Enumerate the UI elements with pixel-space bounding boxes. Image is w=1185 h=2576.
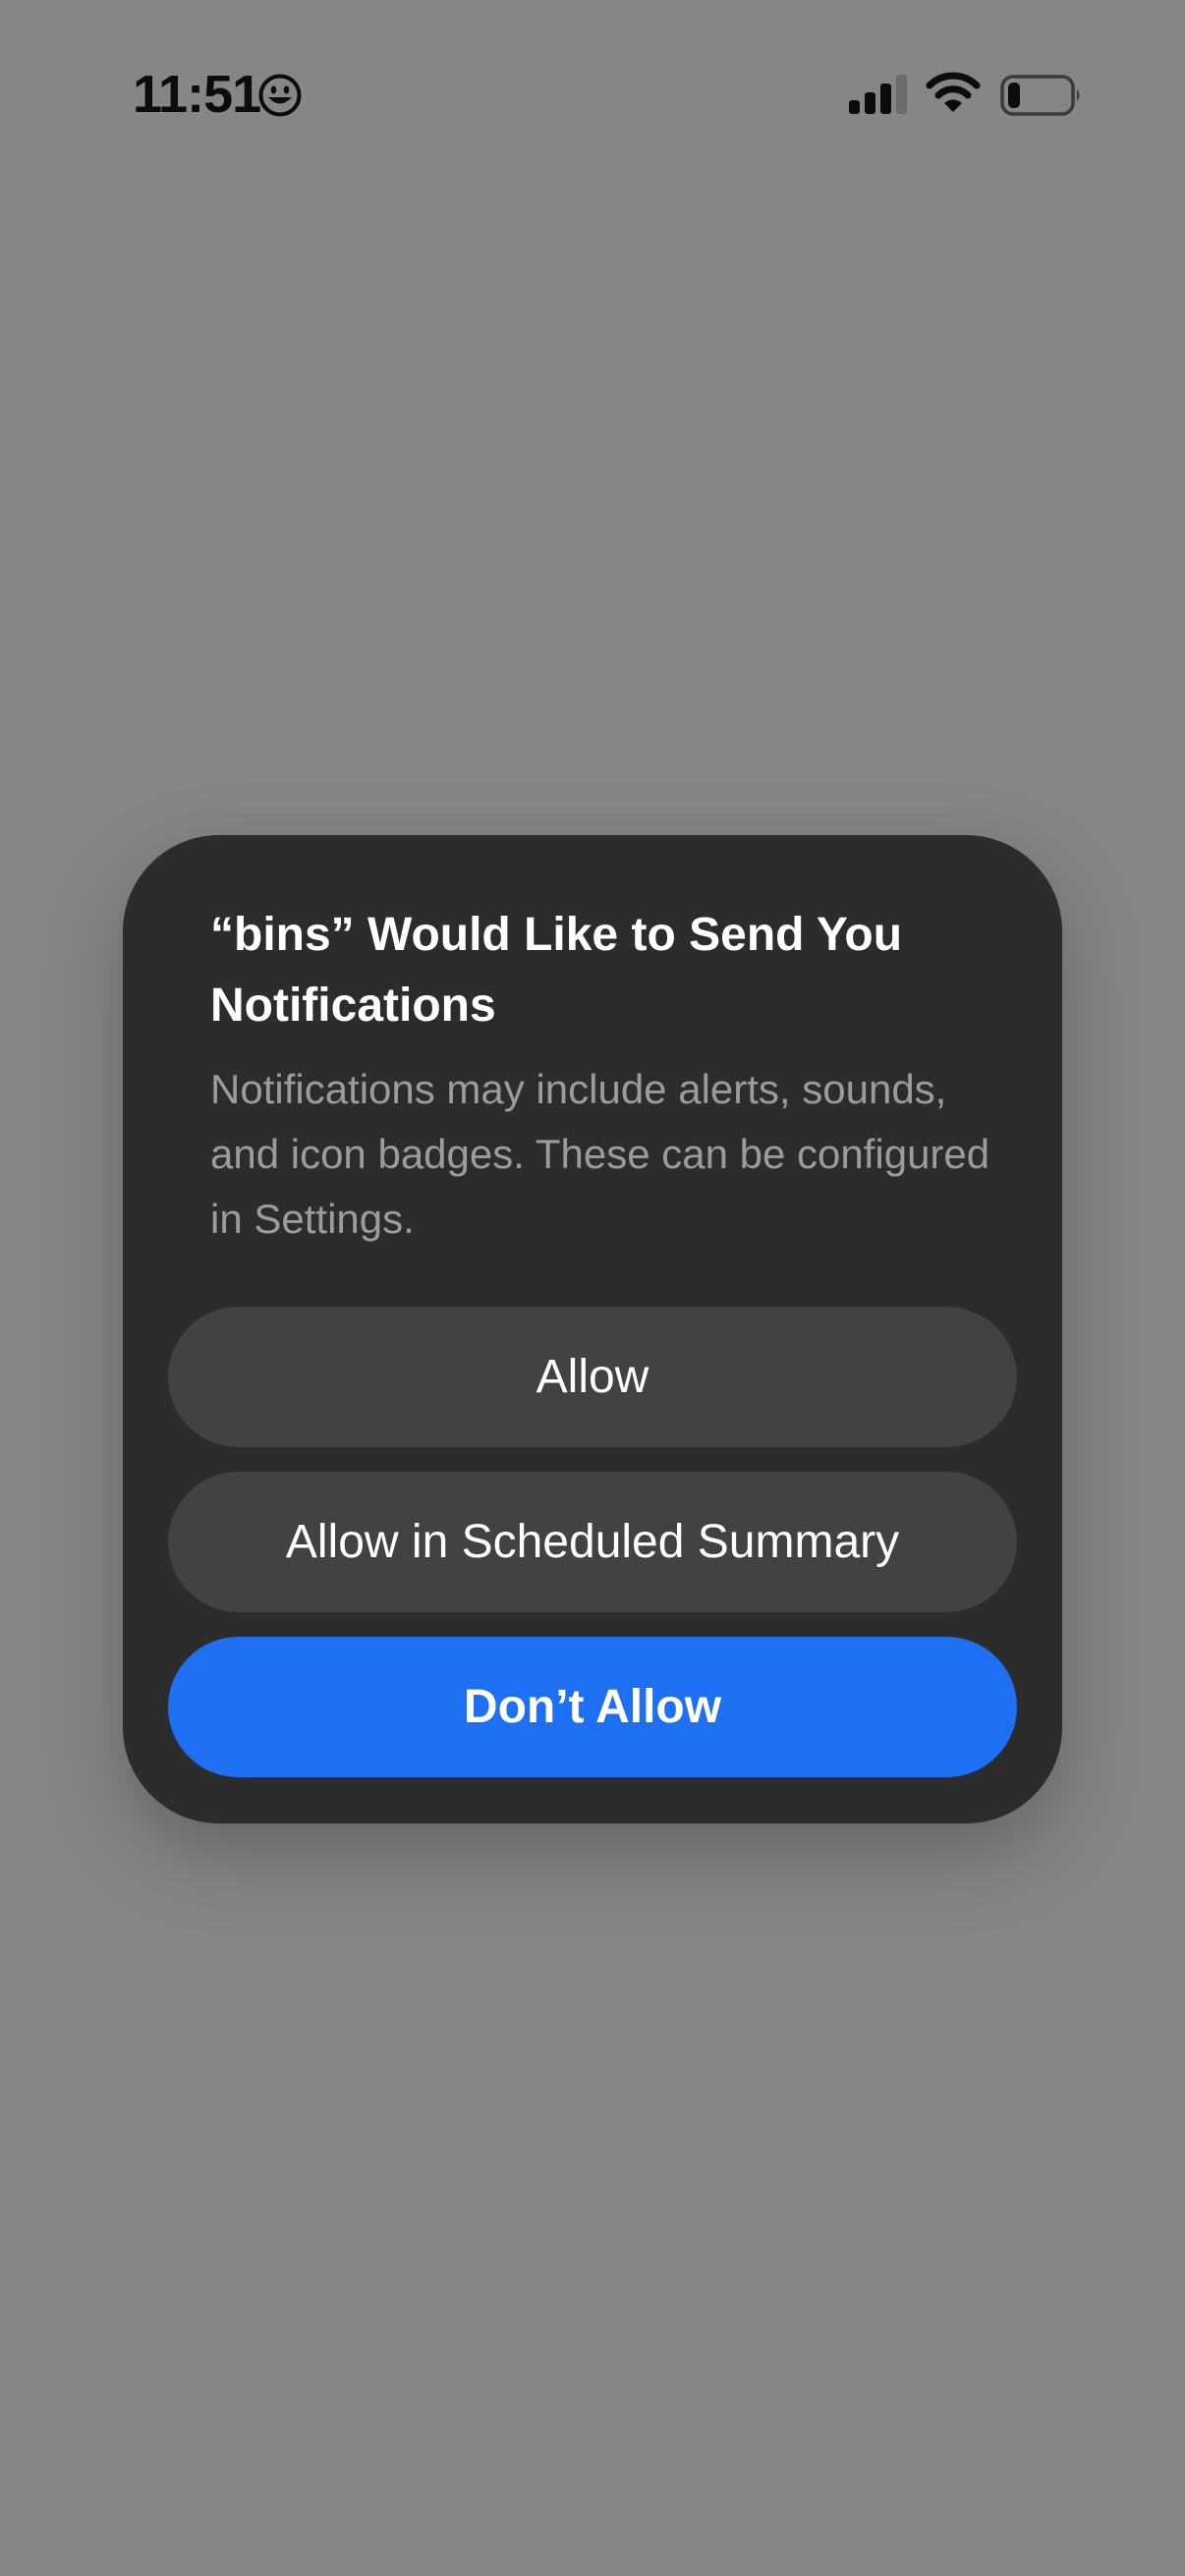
allow-button[interactable]: Allow: [168, 1307, 1017, 1447]
dialog-message: Notifications may include alerts, sounds…: [210, 1066, 990, 1242]
dont-allow-button[interactable]: Don’t Allow: [168, 1637, 1017, 1777]
battery-icon: [1000, 75, 1080, 116]
wifi-icon: [926, 72, 981, 112]
notification-permission-dialog: “bins” Would Like to Send You Notificati…: [123, 835, 1062, 1823]
smiley-face-icon: [258, 74, 302, 117]
allow-scheduled-summary-button[interactable]: Allow in Scheduled Summary: [168, 1472, 1017, 1612]
status-time: 11:51: [133, 65, 261, 124]
cellular-signal-icon: [849, 75, 907, 114]
status-bar: 11:51: [0, 0, 1185, 196]
dialog-title: “bins” Would Like to Send You Notificati…: [210, 909, 903, 1032]
